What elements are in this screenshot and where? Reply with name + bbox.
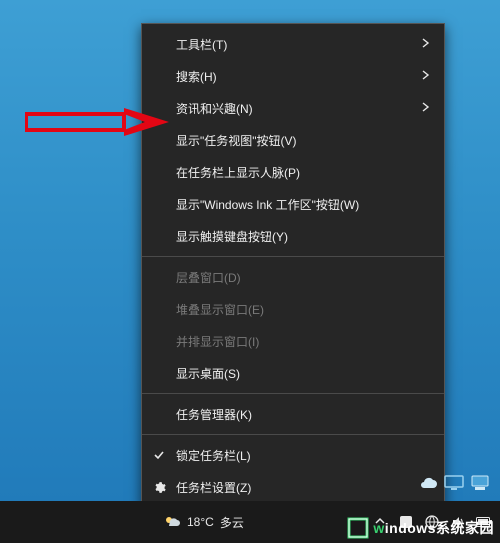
menu-item-label: 在任务栏上显示人脉(P) (176, 164, 430, 181)
battery-icon[interactable] (476, 514, 492, 530)
network-icon[interactable] (424, 514, 440, 530)
menu-item-label: 锁定任务栏(L) (176, 447, 430, 464)
menu-item-show-people[interactable]: 在任务栏上显示人脉(P) (142, 156, 444, 188)
menu-item-search[interactable]: 搜索(H) (142, 60, 444, 92)
menu-item-lock-taskbar[interactable]: 锁定任务栏(L) (142, 439, 444, 471)
menu-item-label: 显示桌面(S) (176, 365, 430, 382)
menu-item-label: 并排显示窗口(I) (176, 333, 430, 350)
menu-separator (142, 434, 444, 435)
computer-icon[interactable] (470, 473, 490, 493)
check-icon (152, 448, 166, 462)
menu-item-news-interests[interactable]: 资讯和兴趣(N) (142, 92, 444, 124)
tray-app-icon[interactable] (398, 514, 414, 530)
chevron-right-icon (422, 37, 430, 51)
menu-item-label: 堆叠显示窗口(E) (176, 301, 430, 318)
desktop[interactable]: 工具栏(T) 搜索(H) 资讯和兴趣(N) 显示"任务视图"按钮(V) 在任务栏… (0, 0, 500, 543)
taskbar[interactable]: 18°C 多云 (0, 501, 500, 543)
weather-text: 多云 (220, 514, 244, 531)
system-tray (372, 514, 492, 530)
menu-item-label: 显示"Windows Ink 工作区"按钮(W) (176, 196, 430, 213)
chevron-right-icon (422, 101, 430, 115)
menu-item-cascade: 层叠窗口(D) (142, 261, 444, 293)
taskbar-context-menu: 工具栏(T) 搜索(H) 资讯和兴趣(N) 显示"任务视图"按钮(V) 在任务栏… (141, 23, 445, 508)
menu-item-label: 显示触摸键盘按钮(Y) (176, 228, 430, 245)
menu-item-label: 任务栏设置(Z) (176, 479, 430, 496)
menu-item-label: 显示"任务视图"按钮(V) (176, 132, 430, 149)
menu-item-sidebyside: 并排显示窗口(I) (142, 325, 444, 357)
menu-item-label: 层叠窗口(D) (176, 269, 430, 286)
menu-item-show-touch-keyboard[interactable]: 显示触摸键盘按钮(Y) (142, 220, 444, 252)
monitor-icon[interactable] (444, 473, 464, 493)
weather-temp: 18°C (187, 515, 214, 529)
gear-icon (152, 480, 166, 494)
menu-item-stacked: 堆叠显示窗口(E) (142, 293, 444, 325)
menu-item-label: 工具栏(T) (176, 36, 414, 53)
volume-icon[interactable] (450, 514, 466, 530)
tray-overflow-icon[interactable] (372, 514, 388, 530)
floating-tray (418, 473, 490, 493)
menu-item-task-manager[interactable]: 任务管理器(K) (142, 398, 444, 430)
cloud-icon[interactable] (418, 473, 438, 493)
menu-item-toolbar[interactable]: 工具栏(T) (142, 28, 444, 60)
menu-separator (142, 393, 444, 394)
menu-item-label: 搜索(H) (176, 68, 414, 85)
chevron-right-icon (422, 69, 430, 83)
menu-item-taskbar-settings[interactable]: 任务栏设置(Z) (142, 471, 444, 503)
menu-item-show-desktop[interactable]: 显示桌面(S) (142, 357, 444, 389)
taskbar-weather[interactable]: 18°C 多云 (163, 513, 244, 531)
menu-item-label: 资讯和兴趣(N) (176, 100, 414, 117)
menu-item-show-taskview[interactable]: 显示"任务视图"按钮(V) (142, 124, 444, 156)
menu-item-label: 任务管理器(K) (176, 406, 430, 423)
weather-icon (163, 513, 181, 531)
menu-item-show-ink[interactable]: 显示"Windows Ink 工作区"按钮(W) (142, 188, 444, 220)
menu-separator (142, 256, 444, 257)
